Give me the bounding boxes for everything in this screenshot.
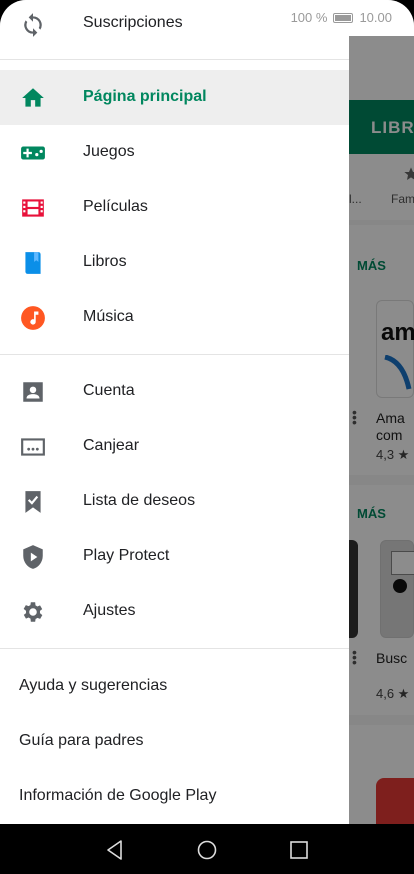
drawer-item-about-google-play[interactable]: Información de Google Play — [0, 769, 349, 824]
drawer-item-books[interactable]: Libros — [0, 235, 349, 290]
divider — [0, 648, 349, 649]
drawer-item-wishlist[interactable]: Lista de deseos — [0, 474, 349, 529]
home-button-icon[interactable] — [195, 838, 219, 862]
back-icon[interactable] — [103, 838, 127, 862]
battery-icon — [333, 12, 354, 23]
drawer-item-parent-guide[interactable]: Guía para padres — [0, 714, 349, 769]
book-icon — [25, 252, 41, 274]
drawer-item-label: Libros — [83, 253, 127, 270]
drawer-item-label: Música — [83, 308, 134, 325]
drawer-item-label: Ayuda y sugerencias — [19, 677, 168, 694]
drawer-item-games[interactable]: Juegos — [0, 125, 349, 180]
navigation-drawer: Suscripciones Página principal Juegos Pe… — [0, 0, 349, 824]
drawer-item-redeem[interactable]: Canjear — [0, 419, 349, 474]
system-navigation-bar — [0, 824, 414, 874]
drawer-item-movies[interactable]: Películas — [0, 180, 349, 235]
drawer-item-label: Canjear — [83, 437, 140, 454]
device-screen: LIBR l... Fam MÁS am • • • Ama com 4,3 ★ M… — [0, 0, 414, 874]
drawer-item-play-protect[interactable]: Play Protect — [0, 529, 349, 584]
drawer-item-label: Cuenta — [83, 382, 135, 399]
drawer-item-label: Ajustes — [83, 602, 136, 619]
divider — [0, 354, 349, 355]
wishlist-icon — [25, 491, 41, 513]
redeem-icon — [21, 438, 45, 456]
music-icon — [21, 306, 45, 330]
recents-icon[interactable] — [287, 838, 311, 862]
clock: 10.00 — [359, 10, 392, 25]
subscriptions-icon — [24, 13, 42, 37]
film-icon — [22, 199, 44, 217]
drawer-item-label: Suscripciones — [83, 14, 183, 31]
drawer-item-music[interactable]: Música — [0, 290, 349, 345]
status-bar: 100 % 10.00 — [264, 0, 414, 36]
drawer-item-label: Información de Google Play — [19, 787, 217, 804]
drawer-item-label: Juegos — [83, 143, 135, 160]
drawer-item-label: Página principal — [83, 88, 207, 105]
drawer-item-account[interactable]: Cuenta — [0, 364, 349, 419]
home-icon — [22, 88, 44, 107]
status-indicators: 100 % 10.00 — [291, 10, 392, 25]
drawer-item-label: Lista de deseos — [83, 492, 196, 509]
account-icon — [23, 382, 43, 402]
drawer-item-label: Play Protect — [83, 547, 170, 564]
drawer-item-home[interactable]: Página principal — [0, 70, 349, 125]
drawer-item-label: Guía para padres — [19, 732, 144, 749]
drawer-item-settings[interactable]: Ajustes — [0, 584, 349, 639]
shield-icon — [23, 545, 43, 569]
drawer-item-label: Películas — [83, 198, 148, 215]
battery-percentage: 100 % — [290, 10, 328, 25]
gamepad-icon — [21, 146, 45, 160]
gear-icon — [23, 602, 43, 622]
drawer-item-help[interactable]: Ayuda y sugerencias — [0, 659, 349, 714]
